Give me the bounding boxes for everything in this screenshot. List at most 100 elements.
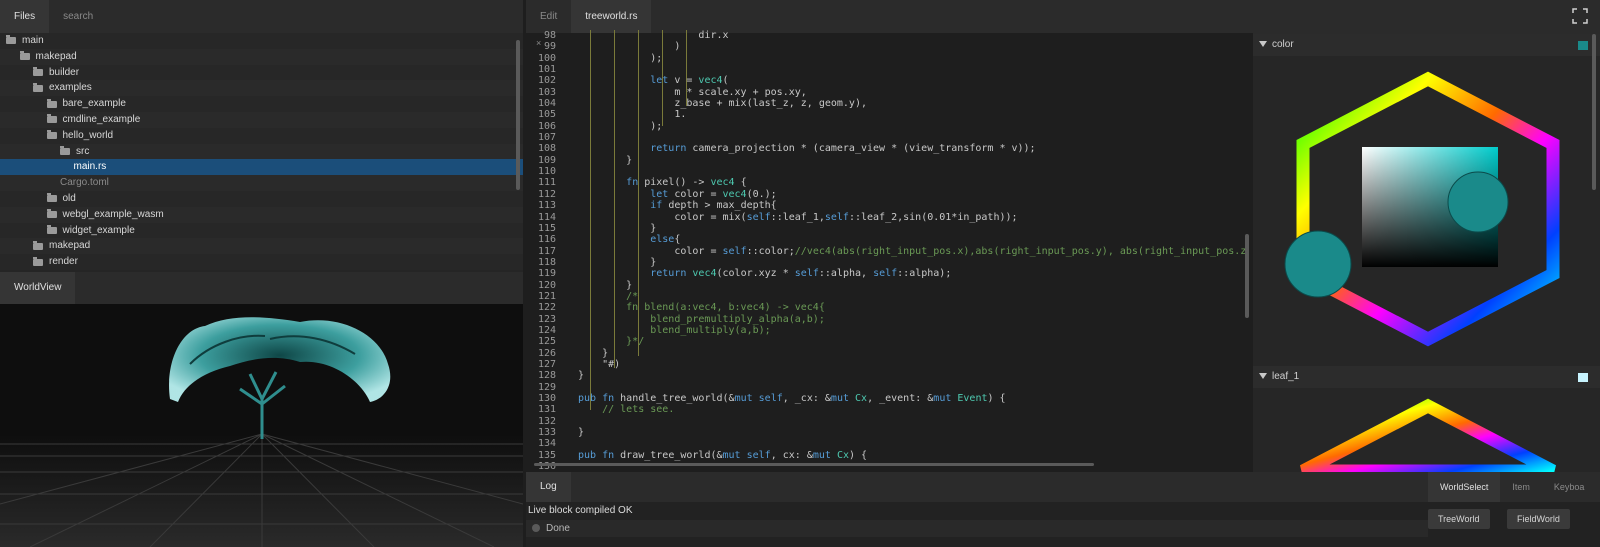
code-line[interactable]: 125 }*/ bbox=[526, 336, 1253, 347]
tree-folder[interactable]: cmdline_example bbox=[0, 111, 523, 128]
line-number: 122 bbox=[537, 302, 556, 314]
code-line[interactable]: 112 let color = vec4(0.); bbox=[526, 189, 1253, 200]
line-number: 127 bbox=[537, 358, 556, 370]
code-line[interactable]: 127 "#) bbox=[526, 359, 1253, 370]
tree-folder[interactable]: hello_world bbox=[0, 127, 523, 144]
tab-search[interactable]: search bbox=[49, 0, 118, 33]
code-text: blend_premultiply_alpha(a,b); bbox=[578, 313, 825, 325]
tree-file[interactable]: Cargo.toml bbox=[0, 175, 523, 191]
code-line[interactable]: 132 bbox=[526, 416, 1253, 427]
tree-folder[interactable]: builder bbox=[0, 64, 523, 81]
tab-edit[interactable]: Edit bbox=[526, 0, 572, 33]
code-line[interactable]: 113 if depth > max_depth{ bbox=[526, 200, 1253, 211]
editor-hscrollbar[interactable] bbox=[534, 463, 1094, 466]
leaf1-swatch[interactable] bbox=[1578, 373, 1588, 382]
collapse-triangle-icon[interactable] bbox=[1259, 373, 1267, 380]
color-picker[interactable] bbox=[1253, 56, 1600, 366]
collapse-triangle-icon[interactable] bbox=[1259, 41, 1267, 48]
tree-folder[interactable]: makepad bbox=[0, 48, 523, 65]
code-line[interactable]: 99 ) bbox=[526, 41, 1253, 52]
line-number: 100 bbox=[537, 52, 556, 64]
hue-handle[interactable] bbox=[1284, 230, 1352, 298]
code-area[interactable]: 98 dir.x 99 ) 100 ); 101 102 let v = vec4(10… bbox=[526, 30, 1253, 472]
tree-folder[interactable]: main bbox=[0, 33, 523, 49]
color-swatch[interactable] bbox=[1578, 41, 1588, 50]
tab-treeworld-rs[interactable]: treeworld.rs bbox=[571, 0, 652, 33]
code-text: else{ bbox=[650, 234, 681, 246]
code-line[interactable]: 130 pub fn handle_tree_world(&mut self, _… bbox=[526, 393, 1253, 404]
code-line[interactable]: 102 let v = vec4( bbox=[526, 75, 1253, 86]
code-line[interactable]: 123 blend_premultiply_alpha(a,b); bbox=[526, 314, 1253, 325]
tab-worldview[interactable]: WorldView bbox=[0, 272, 76, 304]
tree-folder[interactable]: old bbox=[0, 190, 523, 207]
tab-worldselect[interactable]: WorldSelect bbox=[1428, 472, 1501, 502]
tree-folder[interactable]: examples bbox=[0, 80, 523, 97]
editor-vscrollbar[interactable] bbox=[1245, 234, 1249, 318]
code-line[interactable]: 131 // lets see. bbox=[526, 404, 1253, 415]
code-line[interactable]: 105 1. bbox=[526, 109, 1253, 120]
tree-folder[interactable]: widget_example bbox=[0, 222, 523, 239]
code-line[interactable]: 106 ); bbox=[526, 121, 1253, 132]
treeworld-button[interactable]: TreeWorld bbox=[1428, 509, 1490, 529]
code-text: ) bbox=[578, 41, 681, 53]
topright-bar bbox=[1253, 0, 1600, 34]
code-line[interactable]: 121 /* bbox=[526, 291, 1253, 302]
tree-folder[interactable]: makepad bbox=[0, 238, 523, 255]
code-line[interactable]: 126 } bbox=[526, 348, 1253, 359]
log-entry[interactable]: Done bbox=[526, 520, 1428, 537]
line-number: 128 bbox=[537, 370, 556, 382]
code-line[interactable]: 104 z_base + mix(last_z, z, geom.y), bbox=[526, 98, 1253, 109]
code-line[interactable]: 120 } bbox=[526, 280, 1253, 291]
line-number: 111 bbox=[537, 177, 556, 189]
code-line[interactable]: 116 else{ bbox=[526, 234, 1253, 245]
tab-log[interactable]: Log bbox=[526, 472, 571, 502]
code-line[interactable]: 114 color = mix(self::leaf_1,self::leaf_… bbox=[526, 212, 1253, 223]
inspector-scrollbar[interactable] bbox=[1592, 34, 1596, 190]
sv-handle[interactable] bbox=[1447, 171, 1509, 233]
code-line[interactable]: 133} bbox=[526, 427, 1253, 438]
code-line[interactable]: 128} bbox=[526, 370, 1253, 381]
code-line[interactable]: 109 } bbox=[526, 155, 1253, 166]
code-line[interactable]: 101 bbox=[526, 64, 1253, 75]
tree-folder[interactable]: webgl_example_wasm bbox=[0, 206, 523, 223]
tree-folder[interactable]: bare_example bbox=[0, 96, 523, 112]
prop-leaf1-header[interactable]: leaf_1 bbox=[1253, 366, 1600, 388]
code-line[interactable]: 122 fn blend(a:vec4, b:vec4) -> vec4{ bbox=[526, 302, 1253, 313]
leaf1-color-picker[interactable] bbox=[1253, 388, 1600, 472]
files-scrollbar[interactable] bbox=[516, 40, 520, 190]
code-line[interactable]: 111 fn pixel() -> vec4 { bbox=[526, 177, 1253, 188]
line-number: 133 bbox=[537, 427, 556, 439]
code-line[interactable]: 115 } bbox=[526, 223, 1253, 234]
prop-color-header[interactable]: color bbox=[1253, 34, 1600, 56]
tab-item[interactable]: Item bbox=[1500, 472, 1542, 502]
tree-label: src bbox=[76, 145, 90, 157]
code-line[interactable]: 124 blend_multiply(a,b); bbox=[526, 325, 1253, 336]
code-line[interactable]: 107 bbox=[526, 132, 1253, 143]
worldview-canvas[interactable] bbox=[0, 304, 523, 547]
line-number: 132 bbox=[537, 415, 556, 427]
code-line[interactable]: 134 bbox=[526, 438, 1253, 449]
code-line[interactable]: 129 bbox=[526, 382, 1253, 393]
fullscreen-icon[interactable] bbox=[1572, 8, 1588, 24]
code-line[interactable]: 119 return vec4(color.xyz * self::alpha,… bbox=[526, 268, 1253, 279]
code-line[interactable]: 110 bbox=[526, 166, 1253, 177]
code-line[interactable]: 135 pub fn draw_tree_world(&mut self, cx:… bbox=[526, 450, 1253, 461]
code-line[interactable]: 108 return camera_projection * (camera_v… bbox=[526, 143, 1253, 154]
tree-label: render bbox=[49, 256, 78, 268]
tree-file[interactable]: main.rs bbox=[0, 159, 523, 176]
code-line[interactable]: 98 dir.x bbox=[526, 30, 1253, 41]
tree-folder[interactable]: src bbox=[0, 143, 523, 160]
code-line[interactable]: 100 ); bbox=[526, 53, 1253, 64]
tree-folder[interactable]: render bbox=[0, 254, 523, 270]
tab-files[interactable]: Files bbox=[0, 0, 50, 33]
tab-keyboard[interactable]: Keyboa bbox=[1541, 472, 1597, 502]
code-text: } bbox=[578, 347, 609, 359]
tree-label: main.rs bbox=[73, 161, 107, 173]
worldview-panel: WorldView bbox=[0, 272, 523, 547]
fieldworld-button[interactable]: FieldWorld bbox=[1507, 509, 1570, 529]
code-line[interactable]: 103 m * scale.xy + pos.xy, bbox=[526, 87, 1253, 98]
code-line[interactable]: 117 color = self::color;//vec4(abs(right… bbox=[526, 246, 1253, 257]
editor-tabbar: Edit treeworld.rs bbox=[526, 0, 1253, 33]
code-line[interactable]: 118 } bbox=[526, 257, 1253, 268]
